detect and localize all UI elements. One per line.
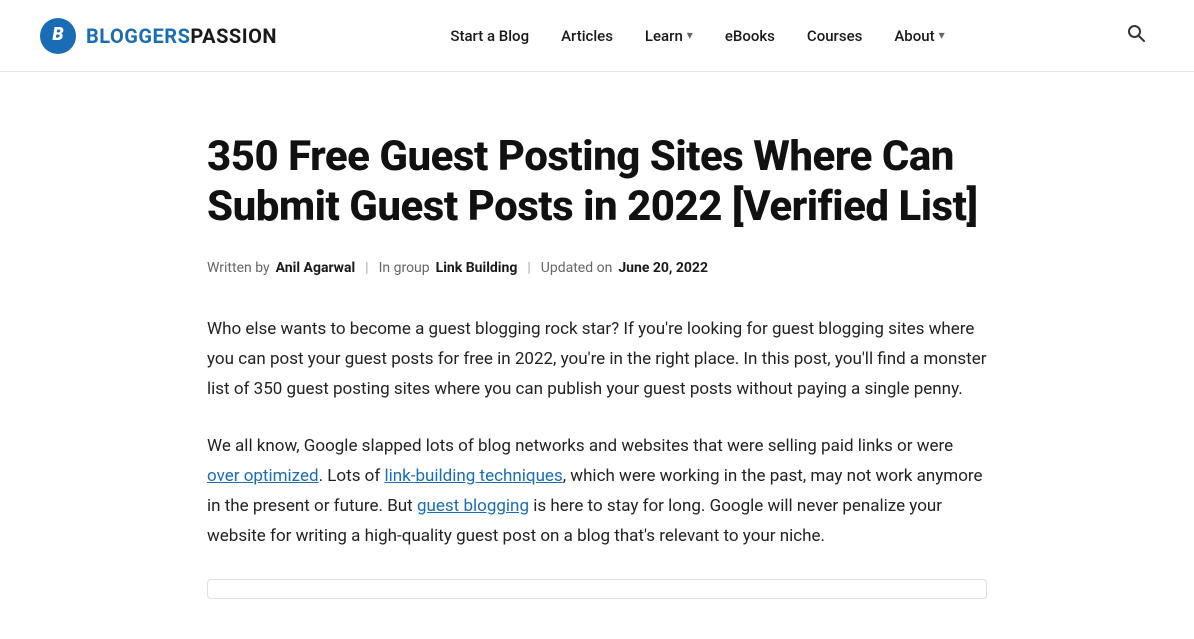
nav-item-learn[interactable]: Learn xyxy=(633,16,705,56)
nav-links: Start a Blog Articles Learn eBooks Cours… xyxy=(438,16,956,56)
author-name: Anil Agarwal xyxy=(276,257,356,279)
nav-item-courses[interactable]: Courses xyxy=(795,19,874,53)
search-button[interactable] xyxy=(1118,15,1154,56)
nav-item-start-a-blog[interactable]: Start a Blog xyxy=(438,19,541,53)
paragraph-2: We all know, Google slapped lots of blog… xyxy=(207,432,987,551)
article-meta: Written by Anil Agarwal | In group Link … xyxy=(207,257,987,279)
written-by-label: Written by xyxy=(207,257,270,279)
in-group-label: In group xyxy=(379,257,430,279)
updated-date: June 20, 2022 xyxy=(618,257,708,279)
nav-item-ebooks[interactable]: eBooks xyxy=(713,19,787,53)
group-link[interactable]: Link Building xyxy=(436,257,518,279)
main-nav: B BLOGGERSPASSION Start a Blog Articles … xyxy=(0,0,1194,72)
main-content: 350 Free Guest Posting Sites Where Can S… xyxy=(0,72,1194,639)
article-title: 350 Free Guest Posting Sites Where Can S… xyxy=(207,132,987,233)
logo-icon: B xyxy=(40,18,76,54)
logo-text: BLOGGERSPASSION xyxy=(86,20,277,52)
bottom-divider xyxy=(207,579,987,599)
meta-separator-1: | xyxy=(365,257,368,279)
nav-item-about[interactable]: About xyxy=(882,16,956,56)
paragraph-1: Who else wants to become a guest bloggin… xyxy=(207,315,987,404)
over-optimized-link[interactable]: over optimized xyxy=(207,466,319,486)
guest-blogging-link[interactable]: guest blogging xyxy=(417,496,529,516)
nav-item-articles[interactable]: Articles xyxy=(549,19,625,53)
link-building-link[interactable]: link-building techniques xyxy=(385,466,563,486)
updated-on-label: Updated on xyxy=(541,257,613,279)
article-body: Who else wants to become a guest bloggin… xyxy=(207,315,987,599)
meta-separator-2: | xyxy=(527,257,530,279)
logo-link[interactable]: B BLOGGERSPASSION xyxy=(40,18,277,54)
